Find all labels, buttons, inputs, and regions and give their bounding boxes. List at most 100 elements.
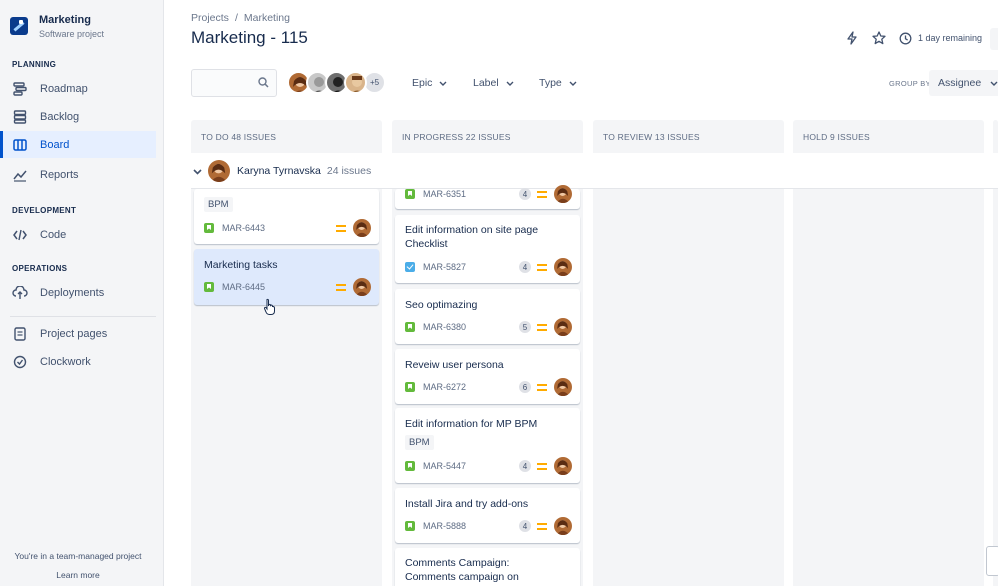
swimlane-header[interactable]: Karyna Tyrnavska 24 issues — [191, 153, 998, 189]
more-actions-button[interactable] — [990, 28, 998, 50]
sidebar-item-backlog[interactable]: Backlog — [0, 103, 156, 130]
chevron-down-icon[interactable] — [193, 164, 202, 178]
project-header[interactable]: Marketing Software project — [10, 14, 104, 39]
estimate-badge: 6 — [519, 381, 531, 393]
issue-title: Seo optimazing — [405, 299, 478, 311]
issue-key[interactable]: MAR-6445 — [222, 282, 336, 292]
story-icon — [405, 189, 415, 199]
column-hold: HOLD 9 ISSUES — [793, 120, 984, 586]
issue-title: Edit information on site page Checklist — [405, 224, 539, 250]
issue-key[interactable]: MAR-6272 — [423, 382, 519, 392]
story-icon — [405, 322, 415, 332]
page-icon — [12, 326, 28, 342]
issue-card[interactable]: Edit information for MP BPM BPM MAR-5447… — [395, 408, 580, 483]
avatar — [554, 185, 572, 203]
story-icon — [204, 282, 214, 292]
issue-key[interactable]: MAR-6380 — [423, 322, 519, 332]
priority-medium-icon — [537, 263, 547, 271]
page-title: Marketing - 115 — [191, 28, 308, 47]
column-header: IN PROGRESS 22 ISSUES — [402, 132, 511, 142]
sidebar-item-label: Project pages — [40, 327, 108, 340]
clock-icon — [898, 30, 914, 46]
issue-card[interactable]: Edit information on site page Checklist M… — [395, 215, 580, 283]
avatar — [554, 318, 572, 336]
chevron-down-icon — [990, 77, 998, 89]
breadcrumb: Projects / Marketing — [191, 12, 290, 24]
swimlane-assignee: Karyna Tyrnavska — [237, 164, 321, 177]
group-by-select[interactable]: Assignee — [929, 70, 998, 96]
avatar — [353, 219, 371, 237]
column-next — [993, 120, 998, 586]
sidebar-item-roadmap[interactable]: Roadmap — [0, 75, 156, 102]
issue-card[interactable]: Comments Campaign: Comments campaign on — [395, 548, 580, 586]
story-icon — [405, 382, 415, 392]
epic-tag: BPM — [405, 435, 434, 450]
sidebar-item-reports[interactable]: Reports — [0, 161, 156, 188]
task-icon — [405, 262, 415, 272]
sidebar-item-code[interactable]: Code — [0, 221, 156, 248]
sidebar-divider — [10, 316, 156, 317]
issue-key[interactable]: MAR-5447 — [423, 461, 519, 471]
sidebar-item-deployments[interactable]: Deployments — [0, 279, 156, 306]
column-to-review: TO REVIEW 13 ISSUES — [593, 120, 784, 586]
lightning-icon[interactable] — [844, 30, 860, 46]
issue-key[interactable]: MAR-6351 — [423, 189, 519, 199]
epic-filter-label: Epic — [412, 77, 433, 89]
issue-key[interactable]: MAR-6443 — [222, 223, 336, 233]
backlog-icon — [12, 109, 28, 125]
issue-title: Marketing tasks — [204, 259, 278, 271]
cloud-upload-icon — [12, 285, 28, 301]
type-filter-label: Type — [539, 77, 562, 89]
issue-card[interactable]: BPM MAR-6443 — [194, 189, 379, 244]
type-filter[interactable]: Type — [539, 77, 577, 89]
search-icon — [258, 77, 269, 91]
issue-key[interactable]: MAR-5888 — [423, 521, 519, 531]
issue-title: Install Jira and try add-ons — [405, 498, 529, 510]
project-name: Marketing — [39, 14, 91, 26]
sidebar-item-label: Clockwork — [40, 355, 91, 368]
issue-card[interactable]: Reveiw user persona MAR-6272 6 — [395, 349, 580, 404]
scroll-handle[interactable] — [986, 546, 998, 576]
sidebar-item-clockwork[interactable]: Clockwork — [0, 348, 156, 375]
section-operations: OPERATIONS — [12, 264, 68, 273]
star-icon[interactable] — [871, 30, 887, 46]
sidebar-item-project-pages[interactable]: Project pages — [0, 320, 156, 347]
label-filter-label: Label — [473, 77, 499, 89]
issue-card[interactable]: Marketing tasks MAR-6445 — [194, 249, 379, 305]
sidebar-item-board[interactable]: Board — [0, 131, 156, 158]
swimlane-count: 24 issues — [326, 164, 372, 177]
story-icon — [405, 461, 415, 471]
breadcrumb-projects[interactable]: Projects — [191, 12, 229, 24]
epic-filter[interactable]: Epic — [412, 77, 447, 89]
avatar — [554, 378, 572, 396]
search-input[interactable] — [191, 69, 277, 97]
learn-more-link[interactable]: Learn more — [0, 570, 156, 580]
team-managed-note: You're in a team-managed project — [14, 551, 142, 561]
clockwork-icon — [12, 354, 28, 370]
issue-key[interactable]: MAR-5827 — [423, 262, 519, 272]
breadcrumb-marketing[interactable]: Marketing — [244, 12, 290, 24]
sidebar-item-label: Backlog — [40, 110, 80, 123]
avatar — [353, 278, 371, 296]
issue-card[interactable]: Install Jira and try add-ons MAR-5888 4 — [395, 488, 580, 543]
breadcrumb-separator: / — [234, 12, 238, 24]
reports-icon — [12, 167, 28, 183]
sidebar-item-label: Roadmap — [40, 82, 88, 95]
avatar — [554, 517, 572, 535]
label-filter[interactable]: Label — [473, 77, 514, 89]
issue-card[interactable]: MAR-6351 4 — [395, 185, 580, 209]
section-planning: PLANNING — [12, 60, 57, 69]
estimate-badge: 4 — [519, 188, 531, 200]
assignee-avatars: +5 — [287, 71, 386, 94]
column-header: TO DO 48 ISSUES — [201, 132, 277, 142]
issue-card[interactable]: Seo optimazing MAR-6380 5 — [395, 289, 580, 344]
sidebar-item-label: Deployments — [40, 286, 105, 299]
section-development: DEVELOPMENT — [12, 206, 77, 215]
avatar[interactable] — [344, 71, 367, 94]
estimate-badge: 5 — [519, 321, 531, 333]
priority-medium-icon — [537, 462, 547, 470]
project-type: Software project — [39, 29, 105, 39]
estimate-badge: 4 — [519, 460, 531, 472]
priority-medium-icon — [537, 522, 547, 530]
board-icon — [12, 137, 28, 153]
